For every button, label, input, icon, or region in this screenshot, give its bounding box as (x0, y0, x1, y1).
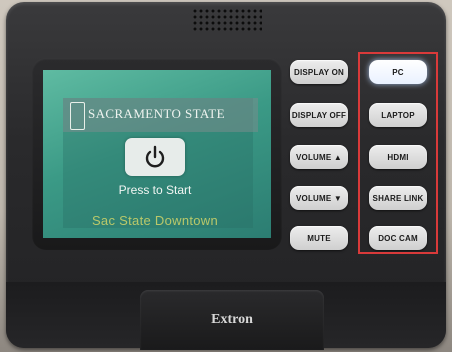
volume-down-button[interactable]: VOLUME ▼ (290, 186, 348, 210)
logo-text: SACRAMENTO STATE (88, 106, 225, 121)
volume-up-button[interactable]: VOLUME ▲ (290, 145, 348, 169)
logo-icon (70, 102, 85, 130)
mute-button[interactable]: MUTE (290, 226, 348, 250)
power-icon (145, 145, 165, 168)
start-prompt: Press to Start (118, 183, 192, 197)
location-label: Sac State Downtown (91, 213, 219, 228)
start-button[interactable] (125, 138, 185, 176)
source-buttons-highlight (358, 52, 438, 254)
display-off-button[interactable]: DISPLAY OFF (290, 103, 348, 127)
display-on-button[interactable]: DISPLAY ON (290, 60, 348, 84)
brand-logo: Extron (211, 312, 253, 327)
speaker-grille (192, 8, 262, 32)
